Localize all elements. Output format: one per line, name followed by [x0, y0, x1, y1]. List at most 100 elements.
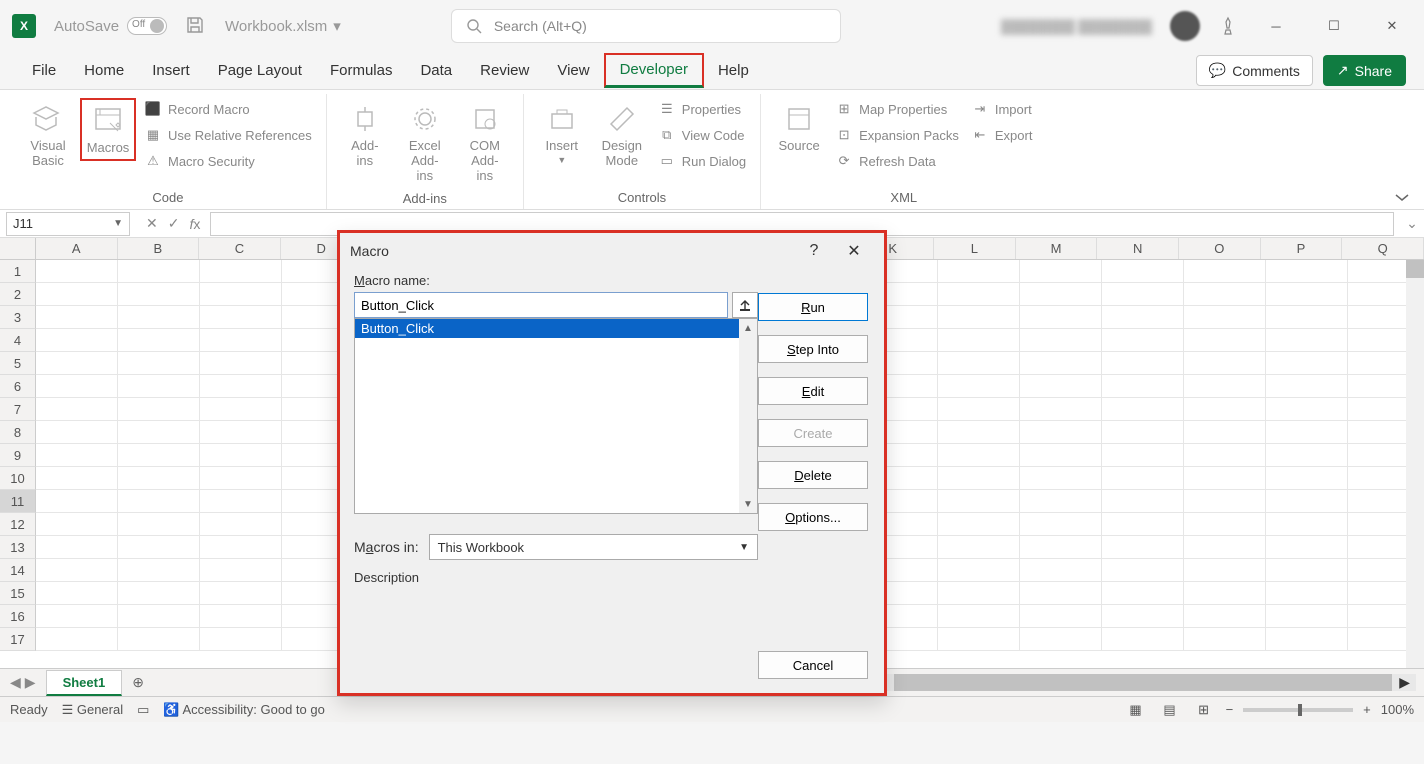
- addins-button[interactable]: Add-ins: [337, 98, 393, 172]
- cell[interactable]: [200, 283, 282, 306]
- cell[interactable]: [938, 605, 1020, 628]
- column-header[interactable]: L: [934, 238, 1016, 259]
- cell[interactable]: [118, 467, 200, 490]
- cell[interactable]: [200, 260, 282, 283]
- row-header[interactable]: 6: [0, 375, 36, 398]
- cell[interactable]: [36, 628, 118, 651]
- cell[interactable]: [938, 260, 1020, 283]
- row-header[interactable]: 5: [0, 352, 36, 375]
- cell[interactable]: [1020, 628, 1102, 651]
- cell[interactable]: [1102, 283, 1184, 306]
- cell[interactable]: [1020, 582, 1102, 605]
- cell[interactable]: [938, 352, 1020, 375]
- row-header[interactable]: 16: [0, 605, 36, 628]
- minimize-button[interactable]: ─: [1256, 11, 1296, 41]
- horizontal-scrollbar[interactable]: ◀ ▶: [870, 674, 1416, 691]
- cell[interactable]: [36, 536, 118, 559]
- cell[interactable]: [1266, 467, 1348, 490]
- row-header[interactable]: 15: [0, 582, 36, 605]
- cell[interactable]: [1266, 628, 1348, 651]
- toggle-switch[interactable]: Off: [127, 17, 167, 35]
- cell[interactable]: [200, 444, 282, 467]
- cell[interactable]: [118, 398, 200, 421]
- cell[interactable]: [1102, 329, 1184, 352]
- record-macro-button[interactable]: ⬛Record Macro: [140, 98, 316, 120]
- cell[interactable]: [1102, 628, 1184, 651]
- cell[interactable]: [1020, 283, 1102, 306]
- comments-button[interactable]: 💬 Comments: [1196, 55, 1313, 86]
- enter-formula-icon[interactable]: ✓: [168, 215, 180, 232]
- column-header[interactable]: A: [36, 238, 118, 259]
- save-icon[interactable]: [185, 15, 207, 37]
- macro-name-input[interactable]: [354, 292, 728, 318]
- row-header[interactable]: 2: [0, 283, 36, 306]
- close-window-button[interactable]: ✕: [1372, 11, 1412, 41]
- share-button[interactable]: ↗ Share: [1323, 55, 1406, 86]
- cell[interactable]: [200, 467, 282, 490]
- cell[interactable]: [1102, 536, 1184, 559]
- delete-button[interactable]: Delete: [758, 461, 868, 489]
- cell[interactable]: [118, 352, 200, 375]
- cell[interactable]: [938, 513, 1020, 536]
- cell[interactable]: [1102, 421, 1184, 444]
- cell[interactable]: [1266, 375, 1348, 398]
- cell[interactable]: [1266, 352, 1348, 375]
- cell[interactable]: [118, 559, 200, 582]
- cell[interactable]: [1184, 352, 1266, 375]
- use-relative-references-button[interactable]: ▦Use Relative References: [140, 124, 316, 146]
- add-sheet-button[interactable]: ⊕: [122, 674, 154, 691]
- cell[interactable]: [1266, 559, 1348, 582]
- cell[interactable]: [1020, 352, 1102, 375]
- cell[interactable]: [36, 490, 118, 513]
- cell[interactable]: [938, 421, 1020, 444]
- column-header[interactable]: P: [1261, 238, 1343, 259]
- page-break-view-button[interactable]: ⊞: [1192, 700, 1216, 720]
- cell[interactable]: [200, 375, 282, 398]
- tab-data[interactable]: Data: [406, 54, 466, 87]
- vertical-scrollbar[interactable]: [1406, 260, 1424, 668]
- zoom-thumb[interactable]: [1298, 704, 1302, 716]
- workbook-name[interactable]: Workbook.xlsm ▾: [225, 17, 341, 35]
- macro-list[interactable]: Button_Click ▲ ▼: [354, 318, 758, 514]
- avatar[interactable]: [1170, 11, 1200, 41]
- cell[interactable]: [1184, 398, 1266, 421]
- cell[interactable]: [118, 490, 200, 513]
- cell[interactable]: [938, 490, 1020, 513]
- scroll-up-icon[interactable]: ▲: [739, 319, 757, 337]
- tab-developer[interactable]: Developer: [604, 53, 704, 88]
- column-header[interactable]: C: [199, 238, 281, 259]
- tab-help[interactable]: Help: [704, 54, 763, 87]
- view-code-button[interactable]: ⧉View Code: [654, 124, 750, 146]
- step-into-button[interactable]: Step Into: [758, 335, 868, 363]
- close-dialog-button[interactable]: ✕: [834, 241, 874, 261]
- cell[interactable]: [118, 306, 200, 329]
- cell[interactable]: [938, 375, 1020, 398]
- column-header[interactable]: N: [1097, 238, 1179, 259]
- run-button[interactable]: Run: [758, 293, 868, 321]
- cell[interactable]: [1184, 329, 1266, 352]
- cell[interactable]: [1266, 398, 1348, 421]
- tab-home[interactable]: Home: [70, 54, 138, 87]
- row-header[interactable]: 12: [0, 513, 36, 536]
- fx-icon[interactable]: fx: [189, 216, 200, 232]
- help-button[interactable]: ?: [794, 242, 834, 260]
- cell[interactable]: [1102, 444, 1184, 467]
- cell[interactable]: [1266, 605, 1348, 628]
- row-header[interactable]: 17: [0, 628, 36, 651]
- cell[interactable]: [1266, 421, 1348, 444]
- cell[interactable]: [1102, 490, 1184, 513]
- cell[interactable]: [938, 536, 1020, 559]
- cell[interactable]: [200, 306, 282, 329]
- cell[interactable]: [118, 605, 200, 628]
- cell[interactable]: [118, 375, 200, 398]
- refresh-data-button[interactable]: ⟳Refresh Data: [831, 150, 963, 172]
- cell[interactable]: [200, 490, 282, 513]
- normal-view-button[interactable]: ▦: [1124, 700, 1148, 720]
- formula-expand-button[interactable]: ⌄: [1400, 215, 1424, 232]
- cell[interactable]: [118, 513, 200, 536]
- macros-button[interactable]: Macros: [80, 98, 136, 161]
- cell[interactable]: [1102, 467, 1184, 490]
- cell[interactable]: [1102, 513, 1184, 536]
- cell[interactable]: [1266, 536, 1348, 559]
- cell[interactable]: [118, 536, 200, 559]
